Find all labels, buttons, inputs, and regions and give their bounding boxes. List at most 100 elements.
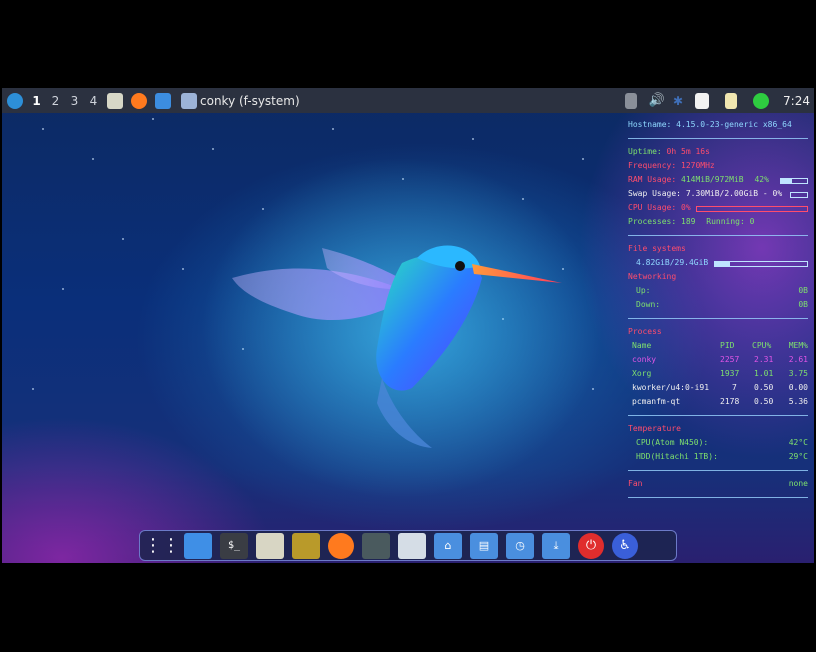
conky-header: Hostname: 4.15.0-23-generic x86_64 <box>628 120 792 129</box>
divider <box>628 235 808 236</box>
processes-row: Processes: 189 Running: 0 <box>628 215 808 229</box>
processes-value: 189 <box>681 217 696 226</box>
proc-cpu: 2.31 <box>754 355 774 364</box>
workspace-1[interactable]: 1 <box>27 94 46 108</box>
ram-row: RAM Usage: 414MiB/972MiB 42% <box>628 173 808 187</box>
app-menu-icon[interactable] <box>7 92 23 109</box>
col-mem: MEM% <box>788 341 808 350</box>
proc-pid: 2257 <box>720 355 740 364</box>
power-icon[interactable]: ⏻ <box>578 532 604 559</box>
net-title: Networking <box>628 272 677 281</box>
home-folder-icon[interactable]: ⌂ <box>434 532 462 559</box>
fan-row: Fan none <box>628 477 808 491</box>
downloads-folder-icon[interactable]: ⤓ <box>542 532 570 559</box>
battery-icon[interactable] <box>725 92 738 109</box>
frequency-label: Frequency: <box>628 161 677 170</box>
net-down-value: 0B <box>798 300 808 309</box>
swap-row: Swap Usage: 7.30MiB/2.00GiB - 0% <box>628 187 808 201</box>
terminal-icon[interactable]: $_ <box>220 532 248 559</box>
proc-mem: 5.36 <box>788 397 808 406</box>
uptime-row: Uptime: 0h 5m 16s <box>628 145 808 159</box>
col-pid: PID <box>720 341 735 350</box>
ram-bar <box>780 178 808 184</box>
uptime-label: Uptime: <box>628 147 662 156</box>
file-manager-icon[interactable] <box>184 532 212 559</box>
ram-value: 414MiB/972MiB <box>681 175 744 184</box>
accessibility-icon[interactable]: ♿ <box>612 532 638 559</box>
display-icon[interactable] <box>398 532 426 559</box>
proc-mem: 3.75 <box>788 369 808 378</box>
image-viewer-icon[interactable] <box>292 532 320 559</box>
running-label: Running: <box>706 217 745 226</box>
proc-cpu: 0.50 <box>754 397 774 406</box>
update-notifier-icon[interactable] <box>753 92 770 109</box>
process-row: conky 2257 2.31 2.61 <box>628 353 808 367</box>
net-up-value: 0B <box>798 286 808 295</box>
col-cpu: CPU% <box>752 341 772 350</box>
cpu-label: CPU Usage: <box>628 203 677 212</box>
fan-value: none <box>788 479 808 488</box>
proc-name: kworker/u4:0-i91 <box>632 383 710 392</box>
ram-percent: 42% <box>754 175 769 184</box>
ram-label: RAM Usage: <box>628 175 677 184</box>
proc-pid: 2178 <box>720 397 740 406</box>
taskbar-item-label: conky (f-system) <box>200 93 300 108</box>
divider <box>628 470 808 471</box>
conky-widget: Hostname: 4.15.0-23-generic x86_64 Uptim… <box>628 118 808 504</box>
documents-folder-icon[interactable]: ▤ <box>470 532 498 559</box>
taskbar-item-conky[interactable]: conky (f-system) <box>177 92 300 109</box>
workspace-2[interactable]: 2 <box>46 94 65 108</box>
divider <box>628 497 808 498</box>
file-manager-launcher-icon[interactable] <box>155 92 171 109</box>
clock[interactable]: 7:24 <box>783 94 810 108</box>
recent-folder-icon[interactable]: ◷ <box>506 532 534 559</box>
processes-label: Processes: <box>628 217 677 226</box>
cpu-bar <box>696 206 808 212</box>
workspace-4[interactable]: 4 <box>84 94 103 108</box>
fs-bar <box>714 261 808 267</box>
frequency-value: 1270MHz <box>681 161 715 170</box>
process-row: pcmanfm-qt 2178 0.50 5.36 <box>628 395 808 409</box>
process-title: Process <box>628 327 662 336</box>
cpu-row: CPU Usage: 0% <box>628 201 808 215</box>
workspace-3[interactable]: 3 <box>65 94 84 108</box>
archive-icon[interactable] <box>256 532 284 559</box>
hdd-temp-value: 29°C <box>788 452 808 461</box>
bluetooth-icon[interactable]: ✱ <box>673 94 683 108</box>
clipboard-icon[interactable] <box>624 92 637 109</box>
swap-value: 7.30MiB/2.00GiB - 0% <box>685 189 783 198</box>
net-up-row: Up: 0B <box>628 284 808 298</box>
proc-mem: 2.61 <box>788 355 808 364</box>
net-up-label: Up: <box>636 286 651 295</box>
system-tray: 🔊 ✱ 7:24 <box>621 88 810 113</box>
process-header-row: Name PID CPU% MEM% <box>628 339 808 353</box>
net-down-label: Down: <box>636 300 661 309</box>
divider <box>628 415 808 416</box>
app-grid-icon[interactable]: ⋮⋮ <box>144 533 180 559</box>
dock: ⋮⋮ $_ ⌂ ▤ ◷ ⤓ ⏻ ♿ <box>139 530 677 561</box>
screenshot-icon[interactable] <box>362 532 390 559</box>
notes-icon[interactable] <box>695 92 710 109</box>
firefox-launcher-icon[interactable] <box>131 92 147 109</box>
cpu-temp-value: 42°C <box>788 438 808 447</box>
cpu-temp-row: CPU(Atom N450): 42°C <box>628 436 808 450</box>
running-value: 0 <box>749 217 755 226</box>
fs-row: 4.82GiB/29.4GiB <box>628 256 808 270</box>
firefox-icon[interactable] <box>328 532 354 559</box>
temperature-title: Temperature <box>628 424 681 433</box>
uptime-value: 0h 5m 16s <box>666 147 710 156</box>
frequency-row: Frequency: 1270MHz <box>628 159 808 173</box>
fan-label: Fan <box>628 479 643 488</box>
top-panel: 1 2 3 4 conky (f-system) 🔊 ✱ 7:24 <box>2 88 814 113</box>
divider <box>628 138 808 139</box>
cpu-value: 0% <box>681 203 691 212</box>
proc-cpu: 0.50 <box>754 383 774 392</box>
fs-title: File systems <box>628 244 686 253</box>
hdd-temp-row: HDD(Hitachi 1TB): 29°C <box>628 450 808 464</box>
proc-pid: 1937 <box>720 369 740 378</box>
archive-launcher-icon[interactable] <box>107 92 123 109</box>
proc-cpu: 1.01 <box>754 369 774 378</box>
proc-pid: 7 <box>732 383 737 392</box>
volume-icon[interactable]: 🔊 <box>649 93 665 108</box>
swap-label: Swap Usage: <box>628 189 681 198</box>
